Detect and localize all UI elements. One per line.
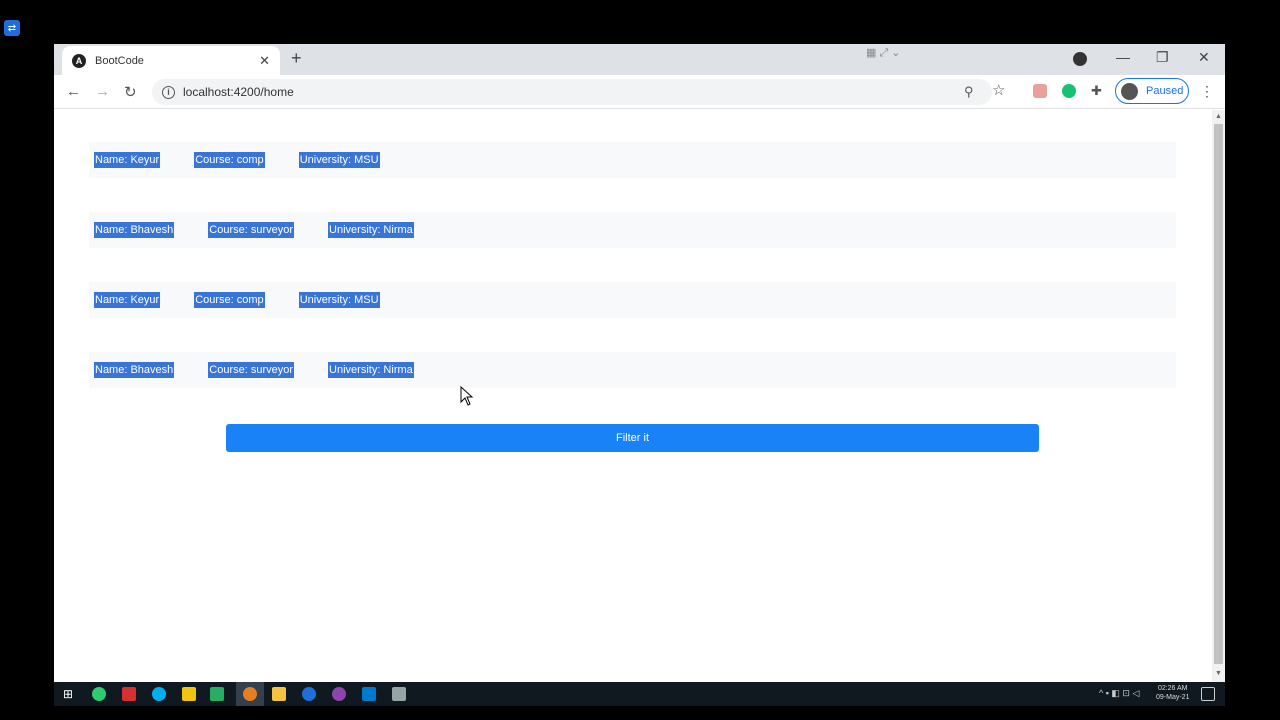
teamviewer-icon[interactable]: ⇄ [4,20,20,36]
angular-icon: A [72,53,86,68]
record-university: University: MSU [298,152,380,168]
restore-icon[interactable]: ❐ [1156,49,1169,66]
tab-bar: A BootCode ✕ + ▦ ⤢ ⌄ — ❐ ✕ [54,44,1225,75]
teamviewer-taskbar-icon[interactable] [302,687,316,701]
filter-button[interactable]: Filter it [226,424,1039,452]
list-item: Name: Keyur Course: comp University: MSU [89,142,1176,178]
file-explorer-icon[interactable] [272,687,286,701]
github-icon[interactable] [332,687,346,701]
tab-title: BootCode [95,54,144,67]
grammarly-icon[interactable] [1062,84,1076,98]
list-item: Name: Bhavesh Course: surveyor Universit… [89,352,1176,388]
record-name: Name: Keyur [94,292,161,308]
scroll-thumb[interactable] [1214,124,1223,664]
page-content: Name: Keyur Course: comp University: MSU… [54,110,1212,682]
vscode-icon[interactable] [362,687,376,701]
screen: ⇄ A BootCode ✕ + ▦ ⤢ ⌄ — ❐ ✕ ← → ↻ i loc… [0,0,1280,720]
scroll-down-icon[interactable]: ▼ [1215,670,1222,677]
app-icon-2[interactable] [392,687,406,701]
recorder-icon[interactable] [122,687,136,701]
system-tray-icons[interactable]: ^ ▪ ◧ ⊡ ◁ [1099,688,1139,699]
new-tab-icon[interactable]: + [291,48,302,69]
browser-toolbar: ← → ↻ i localhost:4200/home ⚲ ☆ ✚ Paused… [54,75,1225,109]
sticky-notes-icon[interactable] [182,687,196,701]
back-icon[interactable]: ← [66,83,81,100]
address-bar[interactable]: i localhost:4200/home ⚲ ☆ [152,79,1005,105]
record-name: Name: Keyur [94,152,161,168]
skype-icon[interactable] [152,687,166,701]
clock-date: 09-May-21 [1156,694,1190,701]
profile-paused-button[interactable]: Paused [1115,78,1189,104]
record-name: Name: Bhavesh [94,222,175,238]
record-course: Course: comp [194,152,265,168]
chrome-icon[interactable] [243,687,257,701]
list-item: Name: Bhavesh Course: surveyor Universit… [89,212,1176,248]
zoom-icon[interactable]: ⚲ [964,84,974,100]
scroll-up-icon[interactable]: ▲ [1215,113,1222,120]
avatar [1121,82,1138,100]
menu-icon[interactable]: ⋮ [1200,83,1214,100]
notepad-icon[interactable] [210,687,224,701]
windows-start-icon[interactable]: ⊞ [63,687,73,701]
record-university: University: Nirma [328,222,414,238]
record-university: University: MSU [298,292,380,308]
bookmark-star-icon[interactable]: ☆ [992,81,1005,99]
minimize-icon[interactable]: — [1116,49,1130,65]
clock[interactable]: 02:26 AM 09-May-21 [1156,684,1189,702]
list-item: Name: Keyur Course: comp University: MSU [89,282,1176,318]
vertical-scrollbar[interactable]: ▲ ▼ [1212,110,1225,682]
paused-label: Paused [1146,85,1184,97]
url-text[interactable]: localhost:4200/home [183,85,294,99]
cast-extension-icon[interactable] [1033,84,1047,98]
notification-icon[interactable] [1201,687,1215,701]
info-icon[interactable]: i [162,85,175,99]
reload-icon[interactable]: ↻ [124,83,137,101]
extensions-puzzle-icon[interactable]: ✚ [1091,83,1102,99]
tab-close-icon[interactable]: ✕ [259,53,270,69]
browser-window: A BootCode ✕ + ▦ ⤢ ⌄ — ❐ ✕ ← → ↻ i local… [54,44,1225,682]
record-course: Course: comp [194,292,265,308]
taskbar: ⊞ ^ ▪ ◧ ⊡ ◁ 02:26 AM 09-May-21 [54,682,1225,706]
record-icon[interactable] [1073,52,1087,66]
forward-icon[interactable]: → [95,83,110,100]
record-course: Course: surveyor [208,222,295,238]
record-name: Name: Bhavesh [94,362,175,378]
record-university: University: Nirma [328,362,414,378]
app-icon[interactable] [92,687,106,701]
screen-share-icon[interactable]: ▦ ⤢ ⌄ [866,46,901,60]
tab-bootcode[interactable]: A BootCode ✕ [62,46,280,75]
clock-time: 02:26 AM [1157,685,1188,692]
window-close-icon[interactable]: ✕ [1198,49,1210,66]
record-course: Course: surveyor [208,362,295,378]
mouse-cursor-icon [460,386,474,406]
